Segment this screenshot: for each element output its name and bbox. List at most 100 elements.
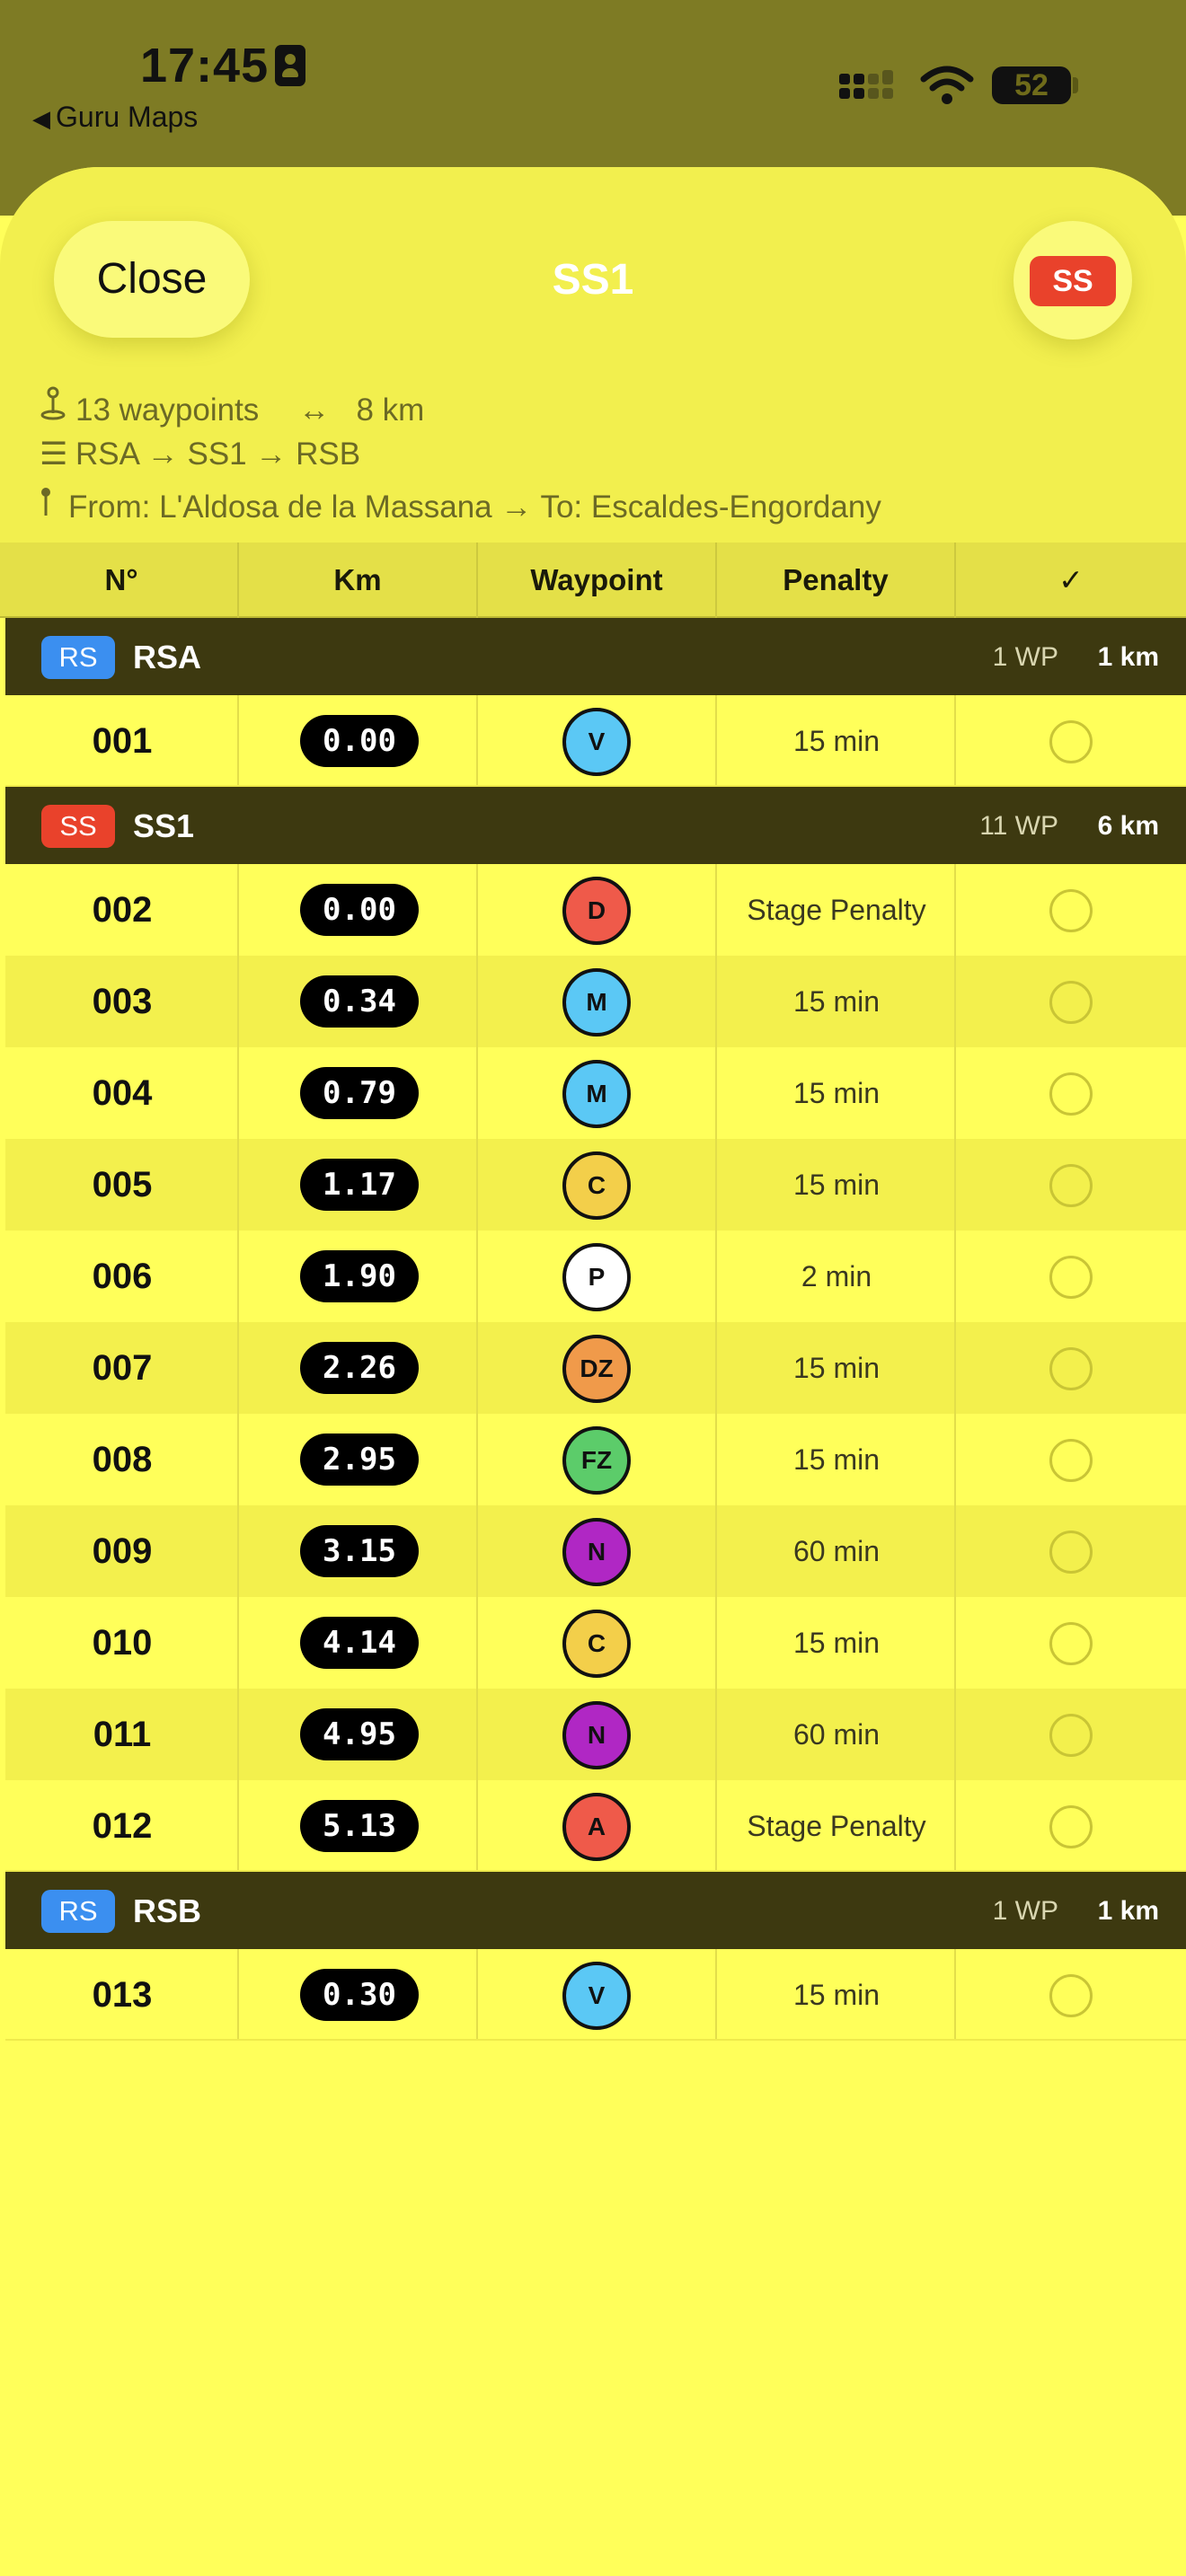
penalty-cell: 15 min xyxy=(717,695,956,787)
waypoint-type-badge[interactable]: C xyxy=(562,1151,631,1220)
number-cell: 012 xyxy=(5,1780,239,1872)
penalty-cell: 15 min xyxy=(717,1047,956,1139)
penalty-cell: 15 min xyxy=(717,1949,956,2041)
waypoint-type-badge[interactable]: C xyxy=(562,1610,631,1678)
waypoint-number: 005 xyxy=(92,1164,153,1204)
waypoint-type-badge[interactable]: M xyxy=(562,1060,631,1128)
group-header-ss1[interactable]: SS SS1 11 WP 6 km xyxy=(5,787,1186,864)
check-circle-icon[interactable] xyxy=(1049,1164,1093,1207)
stage-type-button[interactable]: SS xyxy=(1013,221,1132,340)
waypoint-type-badge[interactable]: V xyxy=(562,1962,631,2030)
km-pill: 0.79 xyxy=(300,1067,419,1119)
check-circle-icon[interactable] xyxy=(1049,1805,1093,1848)
check-circle-icon[interactable] xyxy=(1049,1256,1093,1299)
column-waypoint[interactable]: Waypoint xyxy=(478,543,717,618)
waypoint-number: 009 xyxy=(92,1531,153,1571)
km-cell: 1.17 xyxy=(239,1139,478,1231)
pin-icon xyxy=(40,487,68,525)
from-to-line: From: L'Aldosa de la Massana → To: Escal… xyxy=(40,487,881,525)
km-cell: 2.95 xyxy=(239,1414,478,1505)
check-cell xyxy=(956,1505,1186,1597)
waypoint-type-badge[interactable]: M xyxy=(562,968,631,1037)
table-row[interactable]: 001 0.00 V 15 min xyxy=(5,695,1186,787)
group-name: RSA xyxy=(133,639,202,675)
column-number[interactable]: N° xyxy=(5,543,239,618)
penalty-cell: 15 min xyxy=(717,1322,956,1414)
km-cell: 4.95 xyxy=(239,1689,478,1780)
summary-line: 13 waypoints ↔ 8 km xyxy=(40,386,424,428)
battery-level: 52 xyxy=(1014,68,1049,102)
check-circle-icon[interactable] xyxy=(1049,1974,1093,2017)
check-circle-icon[interactable] xyxy=(1049,1531,1093,1574)
km-cell: 0.00 xyxy=(239,864,478,956)
waypoint-number: 006 xyxy=(92,1256,153,1296)
number-cell: 002 xyxy=(5,864,239,956)
column-check[interactable]: ✓ xyxy=(956,543,1186,618)
penalty-value: Stage Penalty xyxy=(747,893,926,926)
group-distance: 1 km xyxy=(1097,1896,1159,1926)
km-pill: 1.90 xyxy=(300,1250,419,1302)
table-row[interactable]: 007 2.26 DZ 15 min xyxy=(5,1322,1186,1414)
waypoint-type-badge[interactable]: P xyxy=(562,1243,631,1311)
number-cell: 008 xyxy=(5,1414,239,1505)
waypoint-type-badge[interactable]: DZ xyxy=(562,1335,631,1403)
close-button[interactable]: Close xyxy=(54,221,250,338)
table-row[interactable]: 006 1.90 P 2 min xyxy=(5,1231,1186,1322)
table-row[interactable]: 011 4.95 N 60 min xyxy=(5,1689,1186,1780)
penalty-cell: Stage Penalty xyxy=(717,864,956,956)
waypoint-type-badge[interactable]: D xyxy=(562,877,631,945)
km-cell: 0.30 xyxy=(239,1949,478,2041)
check-circle-icon[interactable] xyxy=(1049,1714,1093,1757)
table-row[interactable]: 002 0.00 D Stage Penalty xyxy=(5,864,1186,956)
waypoint-type-badge[interactable]: A xyxy=(562,1793,631,1861)
waypoint-number: 011 xyxy=(93,1714,152,1754)
check-circle-icon[interactable] xyxy=(1049,1439,1093,1482)
waypoint-type-badge[interactable]: V xyxy=(562,708,631,776)
waypoint-number: 001 xyxy=(92,720,153,761)
check-circle-icon[interactable] xyxy=(1049,1347,1093,1390)
check-cell xyxy=(956,1322,1186,1414)
waypoint-type-badge[interactable]: FZ xyxy=(562,1426,631,1495)
check-circle-icon[interactable] xyxy=(1049,889,1093,932)
table-row[interactable]: 013 0.30 V 15 min xyxy=(5,1949,1186,2041)
penalty-value: 15 min xyxy=(792,724,881,757)
group-header-rsb[interactable]: RS RSB 1 WP 1 km xyxy=(5,1872,1186,1949)
column-penalty[interactable]: Penalty xyxy=(717,543,956,618)
back-to-app-link[interactable]: ◀ Guru Maps xyxy=(32,101,198,134)
penalty-cell: 15 min xyxy=(717,1139,956,1231)
number-cell: 011 xyxy=(5,1689,239,1780)
check-cell xyxy=(956,1597,1186,1689)
table-row[interactable]: 005 1.17 C 15 min xyxy=(5,1139,1186,1231)
check-circle-icon[interactable] xyxy=(1049,720,1093,763)
table-row[interactable]: 010 4.14 C 15 min xyxy=(5,1597,1186,1689)
km-cell: 4.14 xyxy=(239,1597,478,1689)
cellular-signal-icon xyxy=(839,70,902,106)
battery-icon: 52 xyxy=(992,66,1071,104)
waypoint-type-badge[interactable]: N xyxy=(562,1701,631,1769)
stage-sheet: Close SS1 SS 13 waypoints ↔ 8 km ☰ RSA → S… xyxy=(0,167,1186,2576)
column-km[interactable]: Km xyxy=(239,543,478,618)
group-header-rsa[interactable]: RS RSA 1 WP 1 km xyxy=(5,618,1186,695)
distance-value: 8 km xyxy=(356,393,425,428)
waypoint-number: 012 xyxy=(92,1805,153,1846)
waypoint-type-badge[interactable]: N xyxy=(562,1518,631,1586)
waypoint-cell: D xyxy=(478,864,717,956)
km-pill: 2.95 xyxy=(300,1434,419,1486)
table-row[interactable]: 008 2.95 FZ 15 min xyxy=(5,1414,1186,1505)
table-row[interactable]: 004 0.79 M 15 min xyxy=(5,1047,1186,1139)
number-cell: 007 xyxy=(5,1322,239,1414)
check-circle-icon[interactable] xyxy=(1049,1622,1093,1665)
number-cell: 010 xyxy=(5,1597,239,1689)
check-cell xyxy=(956,1780,1186,1872)
check-cell xyxy=(956,1139,1186,1231)
km-pill: 3.15 xyxy=(300,1525,419,1577)
penalty-value: 15 min xyxy=(792,1076,881,1109)
group-type-chip: SS xyxy=(41,805,115,848)
check-circle-icon[interactable] xyxy=(1049,981,1093,1024)
check-circle-icon[interactable] xyxy=(1049,1072,1093,1116)
table-row[interactable]: 009 3.15 N 60 min xyxy=(5,1505,1186,1597)
table-row[interactable]: 003 0.34 M 15 min xyxy=(5,956,1186,1047)
waypoint-number: 003 xyxy=(92,981,153,1021)
penalty-value: 15 min xyxy=(792,1351,881,1384)
table-row[interactable]: 012 5.13 A Stage Penalty xyxy=(5,1780,1186,1872)
